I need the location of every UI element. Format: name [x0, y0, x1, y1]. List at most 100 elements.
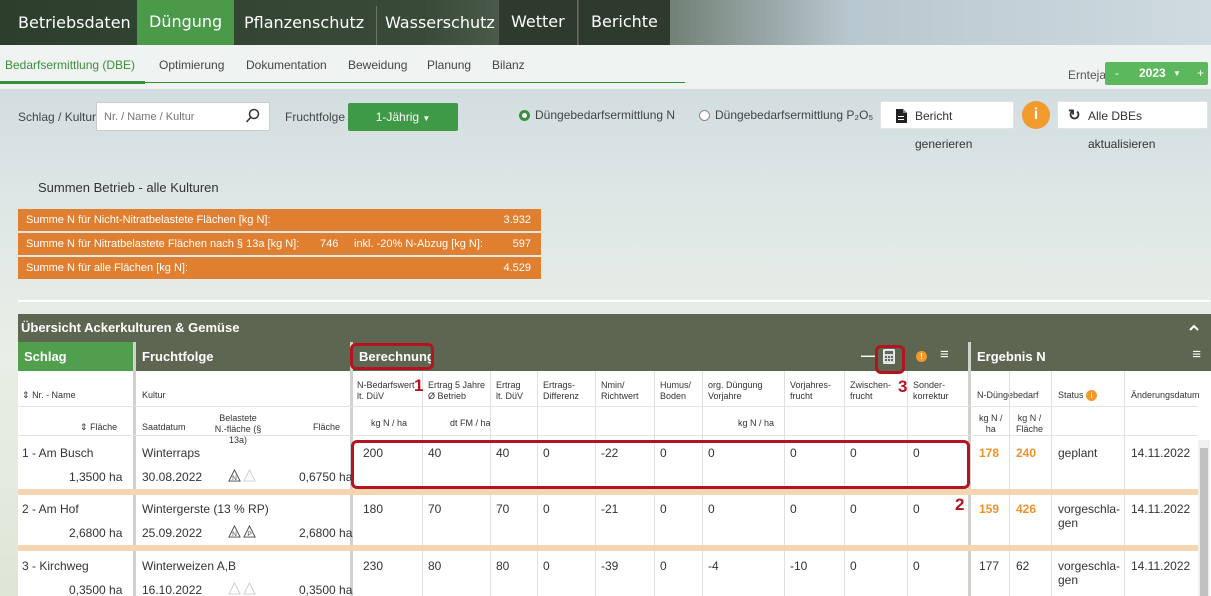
sort-flaeche[interactable]: ⇕ Fläche [80, 422, 117, 433]
header-line: Ertrag [496, 380, 521, 390]
unit-dt-fm-ha: dt FM / ha [450, 418, 491, 428]
radio-n-label: Düngebedarfsermittlung N [535, 108, 676, 122]
summe-value: 597 [512, 238, 531, 250]
warning-icon[interactable]: ! [916, 351, 927, 362]
annotation-number: 1 [414, 376, 424, 395]
header-line: Humus/ [660, 380, 692, 390]
schlag-kultur-label: Schlag / Kultur [18, 110, 97, 124]
search-icon[interactable] [245, 108, 261, 124]
header-humus: Humus/Boden [660, 380, 691, 402]
fruchtfolge-dropdown[interactable]: 1-Jährig ▼ [348, 103, 458, 131]
alle-dbes-aktualisieren-button[interactable]: ↻ Alle DBEs aktualisieren [1057, 101, 1208, 151]
header-line: korrektur [913, 391, 949, 401]
val-humus: 0 [660, 559, 667, 573]
nav-wasserschutz[interactable]: Wasserschutz [373, 6, 507, 45]
nav-berichte[interactable]: Berichte [578, 0, 670, 45]
summe-label: Summe N für alle Flächen [kg N]: [26, 262, 189, 274]
radio-n-selected[interactable] [519, 110, 530, 121]
annotation-number: 2 [955, 495, 965, 514]
header-label: Nr. - Name [32, 390, 76, 400]
sort-icon: ⇕ [22, 390, 30, 400]
val-kg-n-flaeche: 426 [1016, 502, 1037, 516]
val-nmin: -39 [601, 559, 619, 573]
header-zwischenfrucht: Zwischen-frucht [850, 380, 891, 402]
status-line: gen [1058, 516, 1079, 530]
chevron-up-icon[interactable] [1189, 324, 1199, 331]
subnav-optimierung[interactable]: Optimierung [159, 58, 224, 72]
phosphat-warning-icon [243, 469, 256, 482]
header-line: Belastete [219, 413, 257, 423]
subnav-dokumentation[interactable]: Dokumentation [246, 58, 327, 72]
annotation-box-row1 [351, 440, 970, 489]
annotation-box-calculator [875, 345, 905, 374]
scrollbar-thumb[interactable] [1200, 448, 1208, 596]
erntejahr-value[interactable]: 2023 [1139, 66, 1166, 80]
minimize-icon[interactable]: — [861, 347, 875, 363]
header-row-divider [18, 406, 1198, 407]
erntejahr-plus-button[interactable]: + [1197, 66, 1204, 80]
header-ertrags-differenz: Ertrags- Differenz [543, 380, 579, 402]
header-line: Boden [660, 391, 687, 401]
header-line: Ertrags- [543, 380, 576, 390]
menu-icon[interactable]: ≡ [940, 346, 949, 363]
group-label: Fruchtfolge [142, 349, 214, 364]
val-n-bedarfswert: 180 [363, 502, 384, 516]
bericht-generieren-button[interactable]: Bericht generieren [880, 101, 1014, 151]
radio-p-label: Düngebedarfsermittlung P₂O₅ [715, 108, 874, 122]
subnav-bilanz[interactable]: Bilanz [492, 58, 525, 72]
svg-text:P: P [247, 531, 251, 538]
refresh-icon: ↻ [1068, 107, 1081, 124]
header-belastete-flaeche: Belastete N.-fläche (§ 13a) [206, 413, 270, 446]
header-line: lt. DüV [496, 391, 524, 401]
active-nav-indicator [175, 38, 189, 45]
summe-value: 3.932 [503, 214, 531, 226]
header-kultur: Kultur [142, 390, 166, 400]
header-line: frucht [790, 391, 813, 401]
kultur: Winterweizen A,B [142, 559, 237, 573]
sort-icon: ⇕ [80, 422, 88, 432]
status: vorgeschla-gen [1058, 559, 1120, 587]
annotation-number: 3 [898, 377, 908, 396]
val-sonderkorrektur: 0 [913, 502, 920, 516]
schlag-name: 1 - Am Busch [22, 446, 94, 460]
nitrat-warning-icon: N [228, 469, 241, 482]
nav-betriebsdaten[interactable]: Betriebsdaten [6, 6, 144, 45]
nav-pflanzenschutz[interactable]: Pflanzenschutz [232, 6, 378, 45]
status-line: gen [1058, 573, 1079, 587]
header-ertrag-5-jahre: Ertrag 5 Jahre Ø Betrieb [428, 380, 485, 402]
val-ertrag-duev: 70 [496, 502, 510, 516]
status: geplant [1058, 446, 1098, 460]
group-ergebnis: Ergebnis N ≡ [971, 342, 1211, 371]
val-ertrag-5jahre: 70 [428, 502, 442, 516]
fruchtfolge-label: Fruchtfolge [285, 110, 346, 124]
schlag-flaeche: 1,3500 ha [69, 470, 123, 484]
fruchtfolge-value: 1-Jährig [375, 110, 420, 124]
nav-wetter[interactable]: Wetter [498, 0, 577, 45]
subnav-planung[interactable]: Planung [427, 58, 471, 72]
kultur: Wintergerste (13 % RP) [142, 502, 269, 516]
search-input[interactable] [97, 103, 237, 130]
row-separator-bar [18, 489, 1198, 495]
header-line: Nmin/ [601, 380, 625, 390]
group-schlag: Schlag [18, 342, 133, 371]
erntejahr-selector: - 2023 ▼ + [1105, 62, 1208, 85]
val-vorjahresfrucht: 0 [790, 502, 797, 516]
radio-p[interactable] [699, 110, 710, 121]
info-icon[interactable]: i [1022, 101, 1050, 129]
subnav-beweidung[interactable]: Beweidung [348, 58, 407, 72]
bericht-label: Bericht generieren [915, 109, 973, 151]
aenderungsdatum: 14.11.2022 [1131, 446, 1191, 460]
header-flaeche2: Fläche [313, 422, 341, 432]
sort-nr-name[interactable]: ⇕ Nr. - Name [22, 390, 76, 401]
saatdatum: 16.10.2022 [142, 583, 203, 596]
nitrat-warning-icon: N [228, 525, 241, 538]
vertical-scrollbar[interactable] [1198, 440, 1210, 596]
menu-icon[interactable]: ≡ [1192, 346, 1201, 363]
info-icon[interactable]: i [1086, 390, 1098, 401]
belastete-flaeche: 0,6750 ha [299, 470, 353, 484]
subnav-bedarfsermittlung[interactable]: Bedarfsermittlung (DBE) [5, 58, 135, 72]
header-line: Fläche [1016, 424, 1044, 434]
erntejahr-minus-button[interactable]: - [1115, 66, 1119, 80]
header-line: Vorjahre [708, 391, 742, 401]
header-line: Ø Betrieb [428, 391, 467, 401]
